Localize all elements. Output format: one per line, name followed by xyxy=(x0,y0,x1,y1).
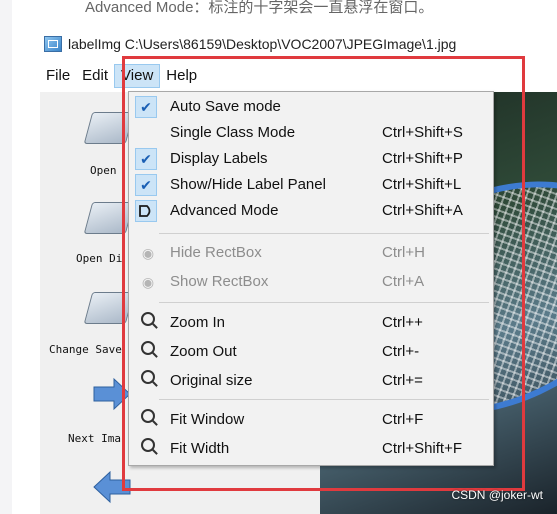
menu-row-hide-rectbox[interactable]: ◉ Hide RectBox Ctrl+H xyxy=(129,240,493,266)
prev-image-arrow-icon[interactable] xyxy=(92,470,132,504)
eye-icon: ◉ xyxy=(141,274,155,290)
change-save-folder-icon[interactable] xyxy=(83,292,135,324)
menu-shortcut: Ctrl++ xyxy=(382,314,423,331)
eye-icon: ◉ xyxy=(141,245,155,261)
menu-separator xyxy=(159,399,489,400)
menu-shortcut: Ctrl+Shift+L xyxy=(382,176,462,193)
menu-shortcut: Ctrl+Shift+F xyxy=(382,440,463,457)
open-folder-icon[interactable] xyxy=(83,112,135,144)
menu-shortcut: Ctrl+= xyxy=(382,372,423,389)
menu-row-original-size[interactable]: Original size Ctrl+= xyxy=(129,368,493,394)
open-dir-folder-icon[interactable] xyxy=(83,202,135,234)
menu-shortcut: Ctrl+Shift+A xyxy=(382,202,463,219)
menu-row-zoom-in[interactable]: Zoom In Ctrl++ xyxy=(129,310,493,336)
menu-shortcut: Ctrl+Shift+S xyxy=(382,124,463,141)
menubar: File Edit View Help xyxy=(40,64,557,88)
menu-shortcut: Ctrl+Shift+P xyxy=(382,150,463,167)
menu-row-fit-window[interactable]: Fit Window Ctrl+F xyxy=(129,407,493,433)
menu-row-zoom-out[interactable]: Zoom Out Ctrl+- xyxy=(129,339,493,365)
fit-window-icon xyxy=(139,409,157,429)
menu-label: Show RectBox xyxy=(170,273,269,290)
zoom-out-icon xyxy=(139,341,157,361)
menu-label: Zoom Out xyxy=(170,343,237,360)
menu-label: Advanced Mode xyxy=(170,202,279,219)
menu-shortcut: Ctrl+F xyxy=(382,411,424,428)
next-image-arrow-icon[interactable] xyxy=(92,377,132,411)
menu-label: Hide RectBox xyxy=(170,244,262,261)
page-gutter xyxy=(0,0,12,514)
menu-label: Fit Window xyxy=(170,411,245,428)
article-caption: Advanced Mode：标注的十字架会一直悬浮在窗口。 xyxy=(85,0,434,16)
check-icon: ✔ xyxy=(135,148,157,170)
menu-row-fit-width[interactable]: Fit Width Ctrl+Shift+F xyxy=(129,436,493,462)
menu-row-single-class[interactable]: Single Class Mode Ctrl+Shift+S xyxy=(129,120,493,146)
menu-separator xyxy=(159,302,489,303)
menu-separator xyxy=(159,233,489,234)
menu-label: Single Class Mode xyxy=(170,124,296,141)
menu-shortcut: Ctrl+H xyxy=(382,244,425,261)
menu-label: Zoom In xyxy=(170,314,226,331)
fit-width-icon xyxy=(139,438,157,458)
view-menu-dropdown: ✔ Auto Save mode Single Class Mode Ctrl+… xyxy=(128,91,494,466)
menu-row-advanced-mode[interactable]: Advanced Mode Ctrl+Shift+A xyxy=(129,198,493,224)
menu-edit[interactable]: Edit xyxy=(76,64,114,88)
menu-help[interactable]: Help xyxy=(160,64,203,88)
menu-label: Original size xyxy=(170,372,253,389)
menu-row-show-rectbox[interactable]: ◉ Show RectBox Ctrl+A xyxy=(129,269,493,295)
menu-label: Auto Save mode xyxy=(170,98,281,115)
labelimg-app-icon xyxy=(44,36,62,52)
menu-row-display-labels[interactable]: ✔ Display Labels Ctrl+Shift+P xyxy=(129,146,493,172)
menu-label: Fit Width xyxy=(170,440,230,457)
menu-row-auto-save[interactable]: ✔ Auto Save mode xyxy=(129,94,493,120)
window-titlebar: labelImg C:\Users\86159\Desktop\VOC2007\… xyxy=(44,33,456,55)
menu-shortcut: Ctrl+A xyxy=(382,273,425,290)
window-title: labelImg C:\Users\86159\Desktop\VOC2007\… xyxy=(68,36,457,52)
menu-label: Display Labels xyxy=(170,150,268,167)
check-icon: ✔ xyxy=(135,174,157,196)
menu-file[interactable]: File xyxy=(40,64,76,88)
menu-shortcut: Ctrl+- xyxy=(382,343,420,360)
zoom-in-icon xyxy=(139,312,157,332)
menu-label: Show/Hide Label Panel xyxy=(170,176,326,193)
original-size-icon xyxy=(139,370,157,390)
menu-row-show-hide-label-panel[interactable]: ✔ Show/Hide Label Panel Ctrl+Shift+L xyxy=(129,172,493,198)
check-icon: ✔ xyxy=(135,96,157,118)
advanced-mode-icon xyxy=(135,200,157,222)
csdn-watermark: CSDN @joker-wt xyxy=(451,488,543,502)
menu-view[interactable]: View xyxy=(114,64,161,88)
